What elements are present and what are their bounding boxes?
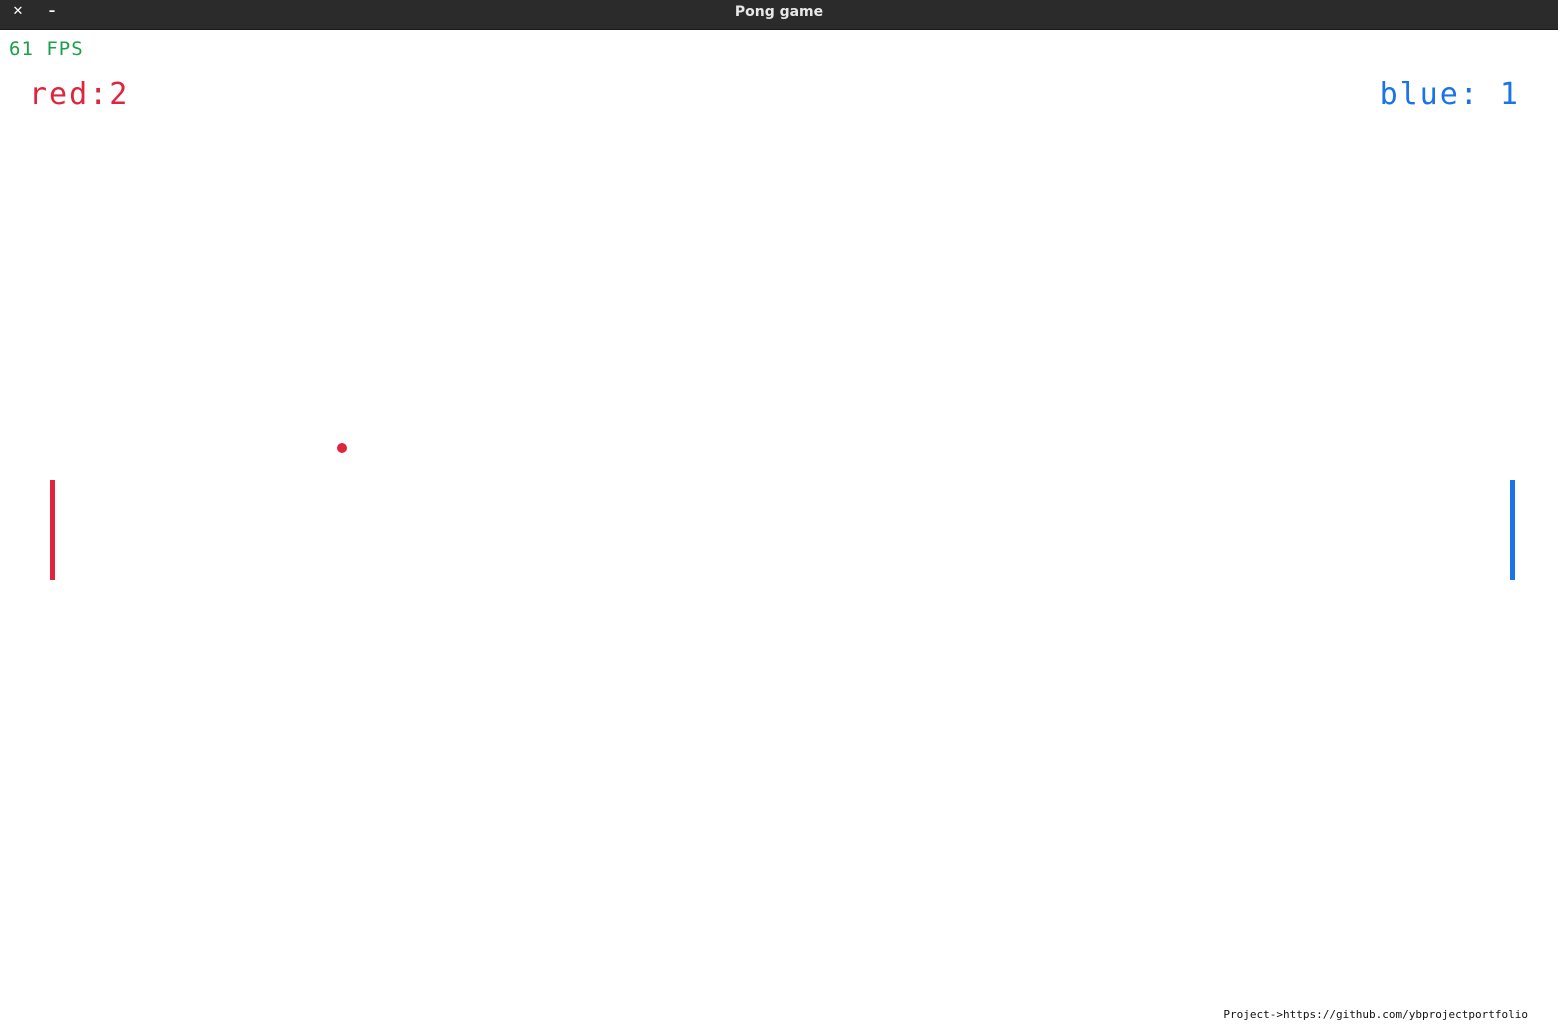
project-credit-text: Project->https://github.com/ybprojectpor…	[1223, 1008, 1528, 1021]
game-window: ✕ – Pong game 61 FPS red:2 blue: 1 Proje…	[0, 0, 1558, 1028]
title-bar[interactable]: ✕ – Pong game	[0, 0, 1558, 30]
blue-score: blue: 1	[1379, 77, 1520, 112]
red-score: red:2	[29, 77, 130, 112]
game-canvas[interactable]	[0, 30, 1558, 1028]
red-paddle	[50, 480, 55, 580]
fps-counter: 61 FPS	[9, 38, 84, 60]
ball	[337, 443, 347, 453]
window-title: Pong game	[734, 4, 824, 20]
blue-paddle	[1510, 480, 1515, 580]
